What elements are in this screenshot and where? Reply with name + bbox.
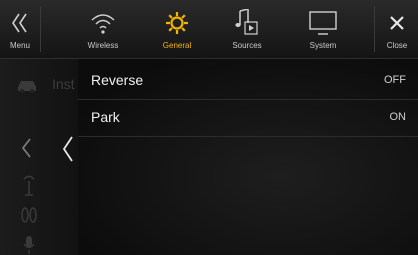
speaker-icon xyxy=(20,205,38,230)
top-menu-bar: Menu Wireless General Sources System Clo… xyxy=(0,0,418,59)
setting-row-reverse[interactable]: Reverse OFF xyxy=(78,63,418,99)
chevron-left-icon xyxy=(20,137,34,164)
menu-label: Menu xyxy=(9,41,30,50)
antenna-icon xyxy=(22,175,36,202)
settings-screen: Menu Wireless General Sources System Clo… xyxy=(0,0,418,255)
setting-value: OFF xyxy=(384,74,406,86)
tab-general-label: General xyxy=(162,41,192,50)
row-divider xyxy=(78,136,418,137)
car-icon xyxy=(16,79,38,98)
divider xyxy=(374,6,375,52)
menu-button[interactable]: Menu xyxy=(0,0,40,58)
tab-wireless-label: Wireless xyxy=(87,41,119,50)
settings-panel: Reverse OFF Park ON xyxy=(62,59,418,255)
setting-label: Park xyxy=(91,109,120,125)
gear-icon xyxy=(152,8,202,38)
divider xyxy=(40,6,41,52)
tab-wireless[interactable]: Wireless xyxy=(78,0,128,58)
tab-sources-label: Sources xyxy=(232,41,262,50)
tab-general[interactable]: General xyxy=(152,0,202,58)
tab-system-label: System xyxy=(309,41,337,50)
close-label: Close xyxy=(386,41,408,50)
setting-row-park[interactable]: Park ON xyxy=(78,100,418,136)
back-button[interactable] xyxy=(58,131,78,167)
double-chevron-left-icon xyxy=(0,8,40,38)
setting-value: ON xyxy=(389,111,407,123)
tab-sources[interactable]: Sources xyxy=(222,0,272,58)
close-icon xyxy=(376,8,418,38)
setting-label: Reverse xyxy=(91,72,144,88)
microphone-icon xyxy=(22,235,36,255)
tab-system[interactable]: System xyxy=(296,0,350,58)
wifi-icon xyxy=(78,8,128,38)
ghost-menu-label: Inst xyxy=(52,76,75,92)
close-button[interactable]: Close xyxy=(376,0,418,58)
monitor-icon xyxy=(296,8,350,38)
music-note-icon xyxy=(222,8,272,38)
